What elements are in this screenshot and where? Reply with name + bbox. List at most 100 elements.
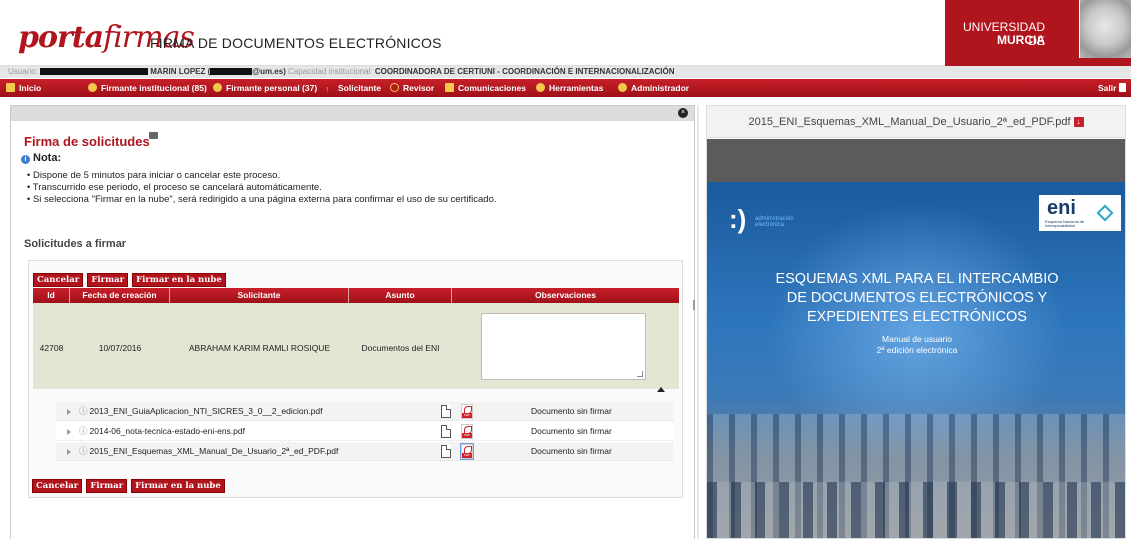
header-asunto[interactable]: Asunto: [349, 288, 452, 303]
comment-icon[interactable]: [149, 132, 158, 139]
observaciones-textarea[interactable]: [481, 313, 646, 380]
university-logo: UNIVERSIDAD DE MURCIA: [945, 0, 1131, 66]
expand-icon[interactable]: [67, 449, 71, 455]
administracion-text: administración electrónica: [755, 216, 794, 228]
pdf-page: :) administración electrónica eni Esquema…: [707, 182, 1125, 538]
pdf-preview: 2015_ENI_Esquemas_XML_Manual_De_Usuario_…: [706, 105, 1126, 539]
user-name: MARIN LOPEZ (: [150, 67, 211, 76]
cancel-button[interactable]: Cancelar: [32, 479, 83, 493]
nav-administrador[interactable]: Administrador: [618, 79, 689, 97]
capacity-value: COORDINADORA DE CERTIUNI - COORDINACIÓN …: [374, 67, 675, 76]
eni-subtext: Esquema Nacional de Interoperabilidad: [1045, 219, 1085, 228]
download-icon[interactable]: ↓: [1073, 117, 1084, 128]
gears-icon: [618, 83, 627, 92]
table-header: Id Fecha de creación Solicitante Asunto …: [33, 288, 679, 303]
pdf-icon[interactable]: [460, 443, 474, 460]
app-subtitle: FIRMA DE DOCUMENTOS ELECTRÓNICOS: [150, 35, 442, 51]
gear-icon: [536, 83, 545, 92]
requests-box: Cancelar Firmar Firmar en la nube Id Fec…: [28, 260, 683, 498]
nav-salir[interactable]: Salir: [1098, 79, 1130, 97]
nav-comunicaciones[interactable]: Comunicaciones: [445, 79, 526, 97]
main-nav: Inicio Firmante institucional (85) Firma…: [0, 79, 1131, 97]
file-name[interactable]: ⓘ 2015_ENI_Esquemas_XML_Manual_De_Usuario…: [79, 442, 338, 461]
nav-firmante-institucional[interactable]: Firmante institucional (85): [88, 79, 207, 97]
cover-title: ESQUEMAS XML PARA EL INTERCAMBIO DE DOCU…: [775, 271, 1059, 325]
cover-building-base: [707, 482, 1125, 538]
expand-icon[interactable]: [67, 409, 71, 415]
table-row[interactable]: 42708 10/07/2016 ABRAHAM KARIM RAMLI ROS…: [33, 303, 679, 389]
document-icon[interactable]: [441, 405, 451, 418]
eni-ring-icon: [1096, 204, 1114, 222]
nav-inicio[interactable]: Inicio: [6, 79, 41, 97]
cell-asunto: Documentos del ENI: [361, 343, 440, 353]
panel-toolbar: ×: [11, 106, 694, 121]
info-circle-icon: ⓘ: [79, 426, 88, 436]
redacted-email: [210, 68, 253, 76]
header-solicitante[interactable]: Solicitante: [170, 288, 349, 303]
nav-solicitante[interactable]: ↑ Solicitante: [325, 79, 381, 97]
user-icon: [88, 83, 97, 92]
cell-solicitante: ABRAHAM KARIM RAMLI ROSIQUE: [188, 343, 331, 353]
expand-icon[interactable]: [67, 429, 71, 435]
user-info-bar: Usuario: MARIN LOPEZ ( @um.es) Capacidad …: [0, 66, 1131, 78]
user-icon: [213, 83, 222, 92]
header-id[interactable]: Id: [33, 288, 70, 303]
file-name[interactable]: ⓘ 2013_ENI_GuiaAplicacion_NTI_SICRES_3_0_…: [79, 402, 322, 421]
administracion-electronica-logo: :): [729, 204, 747, 234]
nota-heading: i Nota:: [21, 152, 61, 164]
info-circle-icon: ⓘ: [79, 446, 88, 456]
arrow-up-icon: ↑: [325, 84, 330, 94]
nav-revisor[interactable]: Revisor: [390, 79, 434, 97]
sign-button[interactable]: Firmar: [87, 273, 129, 287]
home-icon: [6, 83, 15, 92]
signing-panel: × Firma de solicitudes iNota: Dispone de…: [10, 105, 695, 539]
close-icon[interactable]: ×: [678, 108, 688, 118]
search-icon: [390, 83, 399, 92]
file-status: Documento sin firmar: [531, 446, 612, 456]
capacity-label: Capacidad institucional:: [288, 67, 373, 76]
file-row[interactable]: ⓘ 2014-06_nota-tecnica-estado-eni-ens.pdf…: [56, 422, 673, 441]
nav-firmante-personal[interactable]: Firmante personal (37): [213, 79, 317, 97]
sign-cloud-button[interactable]: Firmar en la nube: [131, 479, 225, 493]
info-icon: i: [21, 155, 30, 164]
file-list: ⓘ 2013_ENI_GuiaAplicacion_NTI_SICRES_3_0_…: [56, 402, 673, 461]
section-title: Solicitudes a firmar: [24, 238, 127, 250]
file-name[interactable]: ⓘ 2014-06_nota-tecnica-estado-eni-ens.pdf: [79, 422, 245, 441]
info-circle-icon: ⓘ: [79, 406, 88, 416]
header-observaciones[interactable]: Observaciones: [452, 288, 679, 303]
panel-splitter[interactable]: [697, 105, 699, 539]
file-row[interactable]: ⓘ 2013_ENI_GuiaAplicacion_NTI_SICRES_3_0_…: [56, 402, 673, 421]
cell-fecha: 10/07/2016: [98, 343, 142, 353]
nav-herramientas[interactable]: Herramientas: [536, 79, 603, 97]
preview-filename: 2015_ENI_Esquemas_XML_Manual_De_Usuario_…: [748, 116, 1071, 128]
cancel-button[interactable]: Cancelar: [33, 273, 84, 287]
header-fecha[interactable]: Fecha de creación: [70, 288, 170, 303]
file-status: Documento sin firmar: [531, 406, 612, 416]
user-email: @um.es): [252, 67, 286, 76]
user-label: Usuario:: [8, 67, 38, 76]
splitter-grip[interactable]: [693, 300, 695, 310]
note-item: Transcurrido ese periodo, el proceso se …: [27, 182, 497, 194]
collapse-icon[interactable]: [657, 387, 665, 392]
page-title: Firma de solicitudes: [24, 134, 150, 149]
envelope-icon: [445, 83, 454, 92]
sign-cloud-button[interactable]: Firmar en la nube: [132, 273, 226, 287]
file-row[interactable]: ⓘ 2015_ENI_Esquemas_XML_Manual_De_Usuario…: [56, 442, 673, 461]
redacted-name: [40, 68, 149, 76]
pdf-icon[interactable]: [461, 424, 473, 439]
file-status: Documento sin firmar: [531, 426, 612, 436]
eni-logo-text: eni: [1047, 197, 1076, 219]
university-seal-icon: [1079, 0, 1131, 58]
bottom-button-group: Cancelar Firmar Firmar en la nube: [32, 479, 226, 493]
note-item: Dispone de 5 minutos para iniciar o canc…: [27, 170, 497, 182]
eni-logo: eni Esquema Nacional de Interoperabilidad: [1039, 195, 1121, 231]
pdf-toolbar: [707, 139, 1125, 182]
notes-list: Dispone de 5 minutos para iniciar o canc…: [27, 170, 497, 206]
top-button-group: Cancelar Firmar Firmar en la nube: [33, 273, 227, 287]
document-icon[interactable]: [441, 425, 451, 438]
sign-button[interactable]: Firmar: [86, 479, 128, 493]
exit-icon: [1118, 83, 1126, 92]
pdf-icon[interactable]: [461, 404, 473, 419]
university-line2: MURCIA: [997, 33, 1045, 47]
document-icon[interactable]: [441, 445, 451, 458]
